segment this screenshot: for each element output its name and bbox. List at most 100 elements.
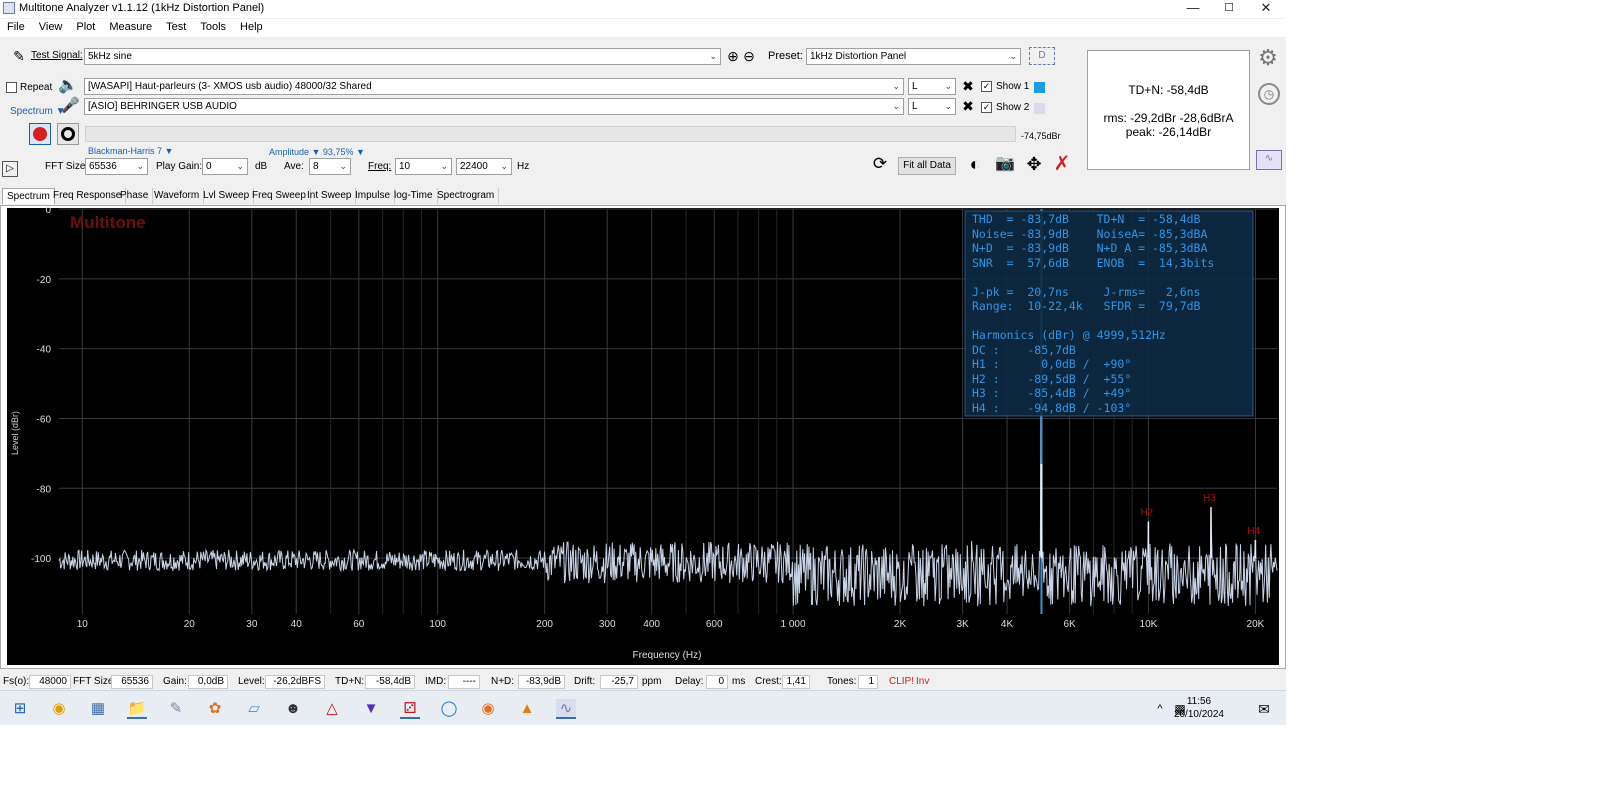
tab-spectrogram[interactable]: Spectrogram <box>433 188 500 204</box>
x-axis-title: Frequency (Hz) <box>633 650 702 661</box>
x-tick-label: 200 <box>536 619 553 630</box>
close-button[interactable]: ✕ <box>1248 0 1284 18</box>
spectrum-mode-label[interactable]: Spectrum ▼ <box>10 106 65 117</box>
show1-color-swatch[interactable] <box>1034 82 1045 93</box>
audio-app-icon[interactable]: ⚂ <box>400 699 420 719</box>
status-inv-indicator[interactable]: Inv <box>916 676 929 687</box>
stats-line: N+D = -83,9dB N+D A = -85,3dBA <box>972 241 1208 255</box>
app-icon-1[interactable]: ✎ <box>166 699 186 719</box>
microphone-icon[interactable]: 🎤 <box>61 98 80 114</box>
amplitude-select[interactable]: Amplitude ▼ 93,75% ▼ <box>269 147 365 157</box>
status-tones-label: Tones: <box>827 676 857 687</box>
clock-icon[interactable]: ◷ <box>1258 83 1280 105</box>
gear-icon[interactable]: ⚙ <box>1256 47 1280 69</box>
chevron-up-icon[interactable]: ^ <box>1150 699 1170 719</box>
fft-size-select[interactable]: 65536 ⌄ <box>85 158 148 175</box>
clear-icon[interactable]: ✗ <box>1052 154 1072 174</box>
file-explorer-icon[interactable]: 📁 <box>127 699 147 719</box>
system-clock[interactable]: 11:56 20/10/2024 <box>1174 695 1224 721</box>
test-signal-select[interactable]: 5kHz sine ⌄ <box>84 48 721 65</box>
freq-min-value: 10 <box>399 161 411 172</box>
repeat-checkbox[interactable] <box>6 82 17 93</box>
spectrum-chart[interactable]: 0 -20 -40 -60 -80 -100 10 20 30 40 60 100 200 300 400… <box>1 206 1285 668</box>
tab-log-time[interactable]: log-Time <box>390 188 438 204</box>
app-icon-2[interactable]: ✿ <box>205 699 225 719</box>
stats-line: H2 : -89,5dB / +55° <box>972 371 1132 386</box>
play-gain-select[interactable]: 0 ⌄ <box>202 158 248 175</box>
preset-label: Preset: <box>768 50 803 62</box>
move-icon[interactable]: ✥ <box>1024 155 1044 173</box>
tab-phase[interactable]: Phase <box>116 188 154 204</box>
edge-icon[interactable]: ◯ <box>439 699 459 719</box>
show1-checkbox[interactable]: ✓ <box>981 81 992 92</box>
menu-view[interactable]: View <box>32 19 70 33</box>
x-tick-label: 4K <box>1001 619 1014 630</box>
show2-checkbox[interactable]: ✓ <box>981 102 992 113</box>
maximize-button[interactable]: ☐ <box>1211 0 1247 18</box>
input-channel-select[interactable]: L ⌄ <box>908 98 956 115</box>
signal-editor-icon[interactable]: ✎ <box>10 48 28 64</box>
spectrum-plot[interactable]: 0 -20 -40 -60 -80 -100 10 20 30 40 60 100 200 300 400… <box>0 205 1286 669</box>
output-device-select[interactable]: [WASAPI] Haut-parleurs (3- XMOS usb audi… <box>84 78 904 95</box>
spectrum-window-icon[interactable]: ∿ <box>1256 150 1282 170</box>
menu-measure[interactable]: Measure <box>102 19 159 33</box>
chevron-down-icon: ⌄ <box>440 161 448 171</box>
calculator-icon[interactable]: ▦ <box>88 699 108 719</box>
zoom-in-icon[interactable]: ⊕ <box>725 48 741 64</box>
app-icon-3[interactable]: ▱ <box>244 699 264 719</box>
tools-icon[interactable]: ✖ <box>960 78 976 94</box>
windows-start-icon[interactable]: ⊞ <box>10 699 30 719</box>
panel-toggle-icon[interactable]: ▷ <box>2 161 18 177</box>
app-icon <box>3 2 15 14</box>
tab-int-sweep[interactable]: Int Sweep <box>303 188 357 204</box>
minimize-button[interactable]: — <box>1175 0 1211 18</box>
tab-lvl-sweep[interactable]: Lvl Sweep <box>199 188 255 204</box>
window-function-select[interactable]: Blackman-Harris 7 ▼ <box>88 146 173 156</box>
menu-plot[interactable]: Plot <box>69 19 102 33</box>
acrobat-icon[interactable]: △ <box>322 699 342 719</box>
menu-file[interactable]: File <box>0 19 32 33</box>
status-bar: Fs(o): 48000 FFT Size: 65536 Gain: 0,0dB… <box>0 674 1286 690</box>
tab-spectrum[interactable]: Spectrum <box>2 188 55 204</box>
show2-color-swatch[interactable] <box>1034 103 1045 114</box>
x-tick-label: 2K <box>894 619 907 630</box>
freq-min-select[interactable]: 10 ⌄ <box>395 158 452 175</box>
contrast-icon[interactable]: ◐ <box>965 155 985 173</box>
tab-freq-response[interactable]: Freq Response <box>49 188 127 204</box>
speaker-icon[interactable]: 🔈 <box>58 78 78 94</box>
stop-button[interactable] <box>57 123 79 145</box>
freq-max-select[interactable]: 22400 ⌄ <box>456 158 512 175</box>
preset-save-icon[interactable]: D <box>1029 47 1055 65</box>
record-button[interactable] <box>29 123 51 145</box>
tab-freq-sweep[interactable]: Freq Sweep <box>248 188 311 204</box>
vpn-icon[interactable]: ▼ <box>361 699 381 719</box>
db-unit-label: dB <box>255 161 268 172</box>
tab-waveform[interactable]: Waveform <box>150 188 205 204</box>
average-select[interactable]: 8 ⌄ <box>309 158 351 175</box>
alien-app-icon[interactable]: ☻ <box>283 699 303 719</box>
fit-all-data-button[interactable]: Fit all Data <box>898 157 956 175</box>
freq-label[interactable]: Freq: <box>368 161 391 172</box>
tab-impulse[interactable]: Impulse <box>351 188 396 204</box>
stats-line: Range: 10-22,4k SFDR = 79,7dB <box>972 299 1201 313</box>
input-device-select[interactable]: [ASIO] BEHRINGER USB AUDIO ⌄ <box>84 98 904 115</box>
vlc-icon[interactable]: ▲ <box>517 699 537 719</box>
preset-select[interactable]: 1kHz Distortion Panel ⌄ <box>806 48 1021 65</box>
chrome-icon[interactable]: ◉ <box>49 699 69 719</box>
summary-rms: rms: -29,2dBr -28,6dBrA <box>1103 111 1234 125</box>
status-tdn-value: -58,4dB <box>365 675 415 689</box>
zoom-out-icon[interactable]: ⊖ <box>741 48 757 64</box>
refresh-icon[interactable]: ⟳ <box>870 155 890 172</box>
camera-icon[interactable]: 📷 <box>994 156 1016 172</box>
firefox-icon[interactable]: ◉ <box>478 699 498 719</box>
tools-icon[interactable]: ✖ <box>960 98 976 114</box>
multitone-taskbar-icon[interactable]: ∿ <box>556 699 576 719</box>
output-channel-select[interactable]: L ⌄ <box>908 78 956 95</box>
menu-test[interactable]: Test <box>159 19 193 33</box>
test-signal-label[interactable]: Test Signal: <box>31 50 83 61</box>
menu-tools[interactable]: Tools <box>193 19 233 33</box>
notification-icon[interactable]: ✉ <box>1254 699 1274 719</box>
status-level-label: Level: <box>238 676 265 687</box>
menu-help[interactable]: Help <box>233 19 270 33</box>
title-bar: Multitone Analyzer v1.1.12 (1kHz Distort… <box>0 0 1286 18</box>
